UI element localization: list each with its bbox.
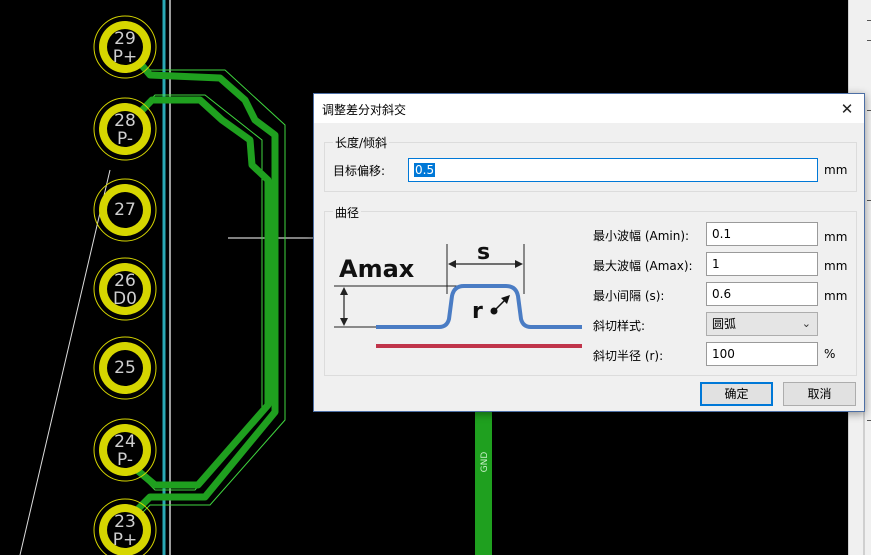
- min-spacing-input[interactable]: 0.6: [706, 282, 818, 306]
- pad-29[interactable]: 29P+: [93, 15, 157, 79]
- skew-dialog: 调整差分对斜交 ✕ 长度/倾斜 目标偏移: 0.5 mm 曲径 Amax s r: [313, 93, 865, 412]
- corner-radius-input[interactable]: 100: [706, 342, 818, 366]
- pad-net-label: D0: [113, 289, 137, 309]
- target-offset-unit: mm: [824, 163, 848, 177]
- cancel-button[interactable]: 取消: [783, 382, 856, 406]
- diagram-r-label: r: [472, 299, 483, 324]
- diagram-s-label: s: [477, 240, 490, 265]
- dialog-titlebar[interactable]: 调整差分对斜交 ✕: [314, 94, 864, 123]
- close-icon[interactable]: ✕: [836, 98, 858, 120]
- pad-number-label: 29: [114, 29, 136, 49]
- pad-27[interactable]: 27: [93, 178, 157, 242]
- corner-style-select[interactable]: 圆弧 ⌄: [706, 312, 818, 336]
- pad-number-label: 26: [114, 271, 136, 291]
- corner-radius-label: 斜切半径 (r):: [593, 349, 664, 363]
- min-amplitude-label: 最小波幅 (Amin):: [593, 229, 690, 243]
- corner-style-label: 斜切样式:: [593, 319, 646, 333]
- ok-button[interactable]: 确定: [700, 382, 773, 406]
- pad-number-label: 24: [114, 432, 136, 452]
- length-group-label: 长度/倾斜: [333, 134, 390, 151]
- pad-net-label: P+: [113, 47, 138, 67]
- pad-number-label: 23: [114, 512, 136, 532]
- dialog-title: 调整差分对斜交: [322, 103, 407, 117]
- corner-radius-unit: %: [824, 347, 836, 361]
- min-amplitude-input[interactable]: 0.1: [706, 222, 818, 246]
- max-amplitude-label: 最大波幅 (Amax):: [593, 259, 693, 273]
- max-amplitude-unit: mm: [824, 259, 848, 273]
- min-spacing-label: 最小间隔 (s):: [593, 289, 665, 303]
- toolbar-tick: [867, 420, 871, 421]
- gnd-track: [475, 410, 492, 555]
- pad-net-label: P+: [113, 530, 138, 550]
- toolbar-tick: [867, 40, 871, 41]
- chevron-down-icon: ⌄: [801, 317, 811, 330]
- toolbar-tick: [867, 20, 871, 21]
- pad-number-label: 25: [114, 358, 136, 378]
- pad-net-label: P-: [117, 450, 133, 470]
- pad-number-label: 28: [114, 111, 136, 131]
- pad-net-label: P-: [117, 129, 133, 149]
- diagram-amax-label: Amax: [339, 255, 415, 283]
- corner-style-value: 圆弧: [712, 317, 737, 331]
- toolbar-tick: [867, 110, 871, 111]
- pad-26[interactable]: 26D0: [93, 257, 157, 321]
- gnd-label: GND: [480, 452, 490, 473]
- pad-28[interactable]: 28P-: [93, 97, 157, 161]
- target-offset-value: 0.5: [414, 163, 436, 177]
- toolbar-tick: [867, 200, 871, 201]
- min-amplitude-unit: mm: [824, 230, 848, 244]
- meander-diagram: Amax s r: [334, 240, 582, 348]
- pad-number-label: 27: [114, 200, 136, 220]
- target-offset-input[interactable]: 0.5: [408, 158, 818, 182]
- pad-24[interactable]: 24P-: [93, 418, 157, 482]
- max-amplitude-input[interactable]: 1: [706, 252, 818, 276]
- meander-group-label: 曲径: [333, 204, 362, 221]
- pad-25[interactable]: 25: [93, 336, 157, 400]
- panel-scrollbar[interactable]: [863, 410, 865, 555]
- min-spacing-unit: mm: [824, 289, 848, 303]
- target-offset-label: 目标偏移:: [333, 164, 386, 178]
